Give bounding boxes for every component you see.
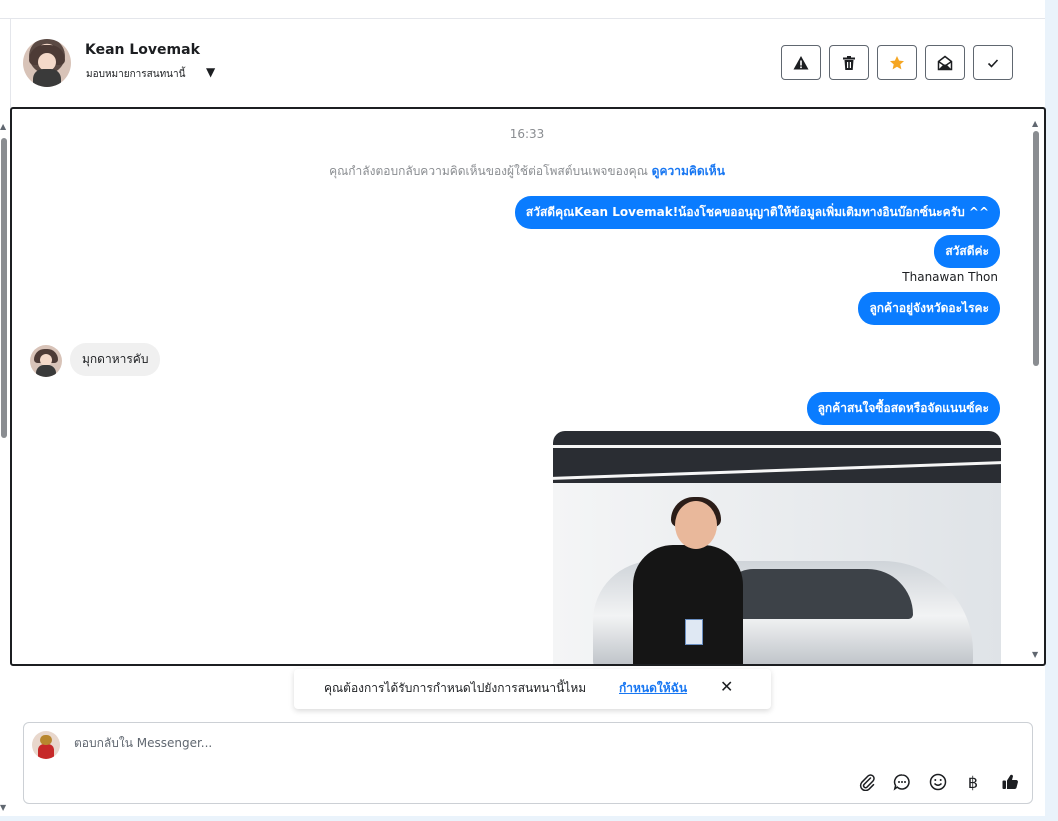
comment-reply-notice: คุณกำลังตอบกลับความคิดเห็นของผู้ใช้ต่อโพ… — [12, 162, 1042, 181]
message-bubble-out[interactable]: สวัสดีค่ะ — [934, 235, 1000, 268]
left-divider — [10, 18, 11, 108]
assign-to-me-link[interactable]: กำหนดให้ฉัน — [619, 679, 687, 698]
page-avatar — [32, 731, 60, 759]
toast-text: คุณต้องการได้รับการกำหนดไปยังการสนทนานี้… — [324, 681, 587, 695]
page-scrollbar[interactable]: ▲ ▼ — [0, 122, 8, 812]
thumbs-up-icon — [1002, 774, 1018, 789]
conversation-scrollbar[interactable]: ▲ ▼ — [1031, 119, 1041, 659]
send-like-button[interactable] — [999, 771, 1021, 793]
check-icon — [987, 58, 999, 68]
star-icon — [890, 55, 904, 69]
mark-done-button[interactable] — [973, 45, 1013, 80]
mark-spam-button[interactable] — [781, 45, 821, 80]
close-icon[interactable]: ✕ — [720, 677, 733, 696]
reply-input[interactable] — [72, 735, 772, 751]
message-bubble-in[interactable]: มุกดาหารคับ — [70, 343, 161, 376]
scroll-thumb[interactable] — [1, 138, 7, 438]
message-bubble-out[interactable]: ลูกค้าสนใจซื้อสดหรือจัดแนนซ์คะ — [806, 392, 1000, 425]
view-comment-link[interactable]: ดูความคิดเห็น — [652, 164, 725, 178]
emoji-button[interactable] — [927, 771, 949, 793]
saved-replies-button[interactable] — [891, 771, 913, 793]
message-bubble-out[interactable]: สวัสดีคุณKean Lovemak!น้องโชคขออนุญาติให… — [514, 196, 1000, 229]
scroll-thumb[interactable] — [1033, 131, 1039, 366]
assign-dropdown-label[interactable]: มอบหมายการสนทนานี้ — [86, 67, 185, 82]
contact-name[interactable]: Kean Lovemak — [85, 42, 200, 58]
contact-avatar[interactable] — [23, 39, 71, 87]
top-divider — [0, 18, 1045, 19]
scroll-down-icon[interactable]: ▼ — [0, 803, 6, 812]
customer-avatar[interactable] — [30, 345, 62, 377]
mark-unread-button[interactable] — [925, 45, 965, 80]
delete-button[interactable] — [829, 45, 869, 80]
message-sender-name: Thanawan Thon — [902, 270, 998, 284]
caret-down-icon[interactable]: ▼ — [206, 65, 215, 79]
paperclip-icon — [859, 774, 875, 791]
emoji-icon — [929, 773, 947, 791]
image-attachment[interactable] — [553, 431, 1001, 664]
scroll-down-icon[interactable]: ▼ — [1032, 650, 1038, 659]
chat-bubble-icon — [893, 774, 910, 791]
assign-suggestion-toast: คุณต้องการได้รับการกำหนดไปยังการสนทนานี้… — [294, 669, 771, 709]
message-timestamp: 16:33 — [509, 127, 545, 141]
warning-icon — [793, 55, 809, 69]
message-bubble-out[interactable]: ลูกค้าอยู่จังหวัดอะไรคะ — [858, 292, 1000, 325]
notice-text: คุณกำลังตอบกลับความคิดเห็นของผู้ใช้ต่อโพ… — [329, 164, 648, 178]
reply-composer: ฿ — [23, 722, 1033, 804]
baht-icon: ฿ — [967, 772, 979, 792]
inbox-app: Kean Lovemak มอบหมายการสนทนานี้ ▼ 16:33 … — [0, 0, 1046, 816]
scroll-up-icon[interactable]: ▲ — [1032, 119, 1038, 128]
envelope-open-icon — [937, 55, 953, 70]
attach-button[interactable] — [856, 771, 878, 793]
conversation-panel: 16:33 คุณกำลังตอบกลับความคิดเห็นของผู้ใช… — [10, 107, 1046, 666]
trash-icon — [843, 55, 855, 70]
payment-button[interactable]: ฿ — [962, 771, 984, 793]
scroll-up-icon[interactable]: ▲ — [0, 122, 6, 131]
star-button[interactable] — [877, 45, 917, 80]
